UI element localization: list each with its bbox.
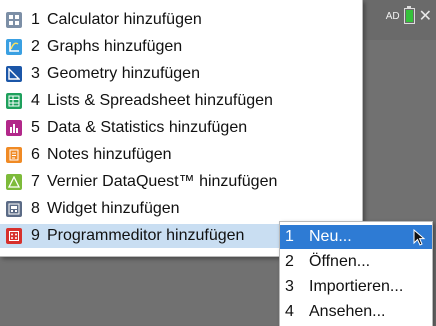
submenu-item-number: 1	[285, 228, 294, 245]
menu-item-graphs[interactable]: 2 Graphs hinzufügen	[0, 35, 362, 59]
menu-item-widget[interactable]: 8 Widget hinzufügen	[0, 197, 362, 221]
menu-item-vernier-dataquest[interactable]: 7 Vernier DataQuest™ hinzufügen	[0, 170, 362, 194]
submenu-item-new[interactable]: 1 Neu...	[280, 225, 432, 249]
menu-item-data-statistics[interactable]: 5 Data & Statistics hinzufügen	[0, 116, 362, 140]
submenu-item-number: 2	[285, 253, 294, 270]
menu-item-number: 3	[31, 65, 40, 82]
submenu-item-view[interactable]: 4 Ansehen...	[280, 300, 432, 324]
menu-item-calculator[interactable]: 1 Calculator hinzufügen	[0, 8, 362, 32]
menu-item-notes[interactable]: 6 Notes hinzufügen	[0, 143, 362, 167]
menu-item-label: Lists & Spreadsheet hinzufügen	[47, 92, 273, 109]
menu-item-lists-spreadsheet[interactable]: 4 Lists & Spreadsheet hinzufügen	[0, 89, 362, 113]
submenu-item-open[interactable]: 2 Öffnen...	[280, 250, 432, 274]
widget-icon	[6, 201, 22, 217]
menu-item-label: Programmeditor hinzufügen	[47, 227, 245, 244]
geometry-icon	[6, 66, 22, 82]
submenu-item-label: Ansehen...	[309, 303, 386, 320]
submenu-item-label: Neu...	[309, 228, 352, 245]
menu-item-number: 8	[31, 200, 40, 217]
program-editor-submenu: 1 Neu... 2 Öffnen... 3 Importieren... 4 …	[279, 221, 433, 326]
notes-icon	[6, 147, 22, 163]
submenu-item-number: 3	[285, 278, 294, 295]
menu-item-number: 2	[31, 38, 40, 55]
menu-item-label: Graphs hinzufügen	[47, 38, 183, 55]
program-editor-icon	[6, 228, 22, 244]
graphs-icon	[6, 39, 22, 55]
submenu-item-label: Öffnen...	[309, 253, 371, 270]
menu-item-label: Data & Statistics hinzufügen	[47, 119, 248, 136]
mouse-pointer-icon	[413, 229, 426, 246]
menu-item-number: 7	[31, 173, 40, 190]
submenu-item-import[interactable]: 3 Importieren...	[280, 275, 432, 299]
submenu-item-label: Importieren...	[309, 278, 404, 295]
menu-item-number: 4	[31, 92, 40, 109]
menu-item-geometry[interactable]: 3 Geometry hinzufügen	[0, 62, 362, 86]
dataquest-icon	[6, 174, 22, 190]
menu-item-number: 9	[31, 227, 40, 244]
status-indicator: AD	[385, 10, 400, 22]
menu-item-label: Vernier DataQuest™ hinzufügen	[47, 173, 278, 190]
menu-item-number: 1	[31, 11, 40, 28]
insert-menu: 1 Calculator hinzufügen 2 Graphs hinzufü…	[0, 0, 363, 257]
menu-item-number: 6	[31, 146, 40, 163]
close-icon[interactable]: ✕	[419, 6, 432, 26]
menu-item-label: Notes hinzufügen	[47, 146, 172, 163]
menu-item-label: Widget hinzufügen	[47, 200, 180, 217]
submenu-item-number: 4	[285, 303, 294, 320]
spreadsheet-icon	[6, 93, 22, 109]
menu-item-label: Calculator hinzufügen	[47, 11, 202, 28]
statistics-icon	[6, 120, 22, 136]
menu-item-number: 5	[31, 119, 40, 136]
battery-icon	[403, 6, 415, 24]
menu-item-label: Geometry hinzufügen	[47, 65, 200, 82]
calculator-icon	[6, 12, 22, 28]
status-area: AD ✕	[386, 6, 432, 26]
